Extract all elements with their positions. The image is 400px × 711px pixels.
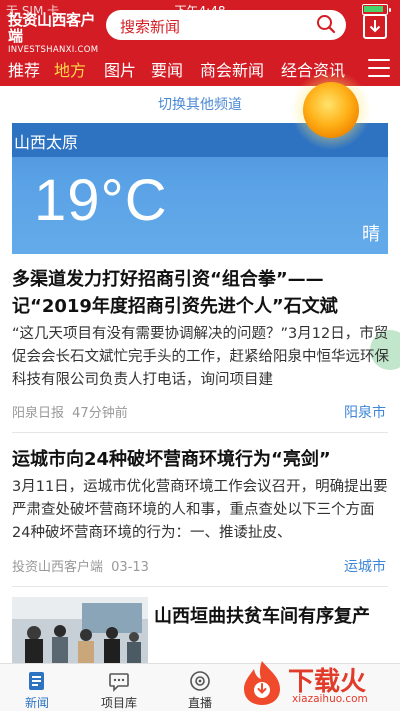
article-source: 阳泉日报 bbox=[12, 406, 65, 421]
divider bbox=[12, 586, 388, 587]
tab-news[interactable]: 新闻 bbox=[0, 664, 74, 711]
weather-city: 山西太原 bbox=[14, 133, 79, 152]
article-title[interactable]: 山西垣曲扶贫车间有序复产 bbox=[154, 603, 390, 630]
chat-bubble-icon bbox=[109, 673, 129, 692]
tab-live[interactable]: 直播 bbox=[163, 664, 237, 711]
article-title[interactable]: 多渠道发力打好招商引资“组合拳”——记“2019年度招商引资先进个人”石文斌 bbox=[12, 266, 390, 320]
article-meta: 阳泉日报 47分钟前 阳泉市 bbox=[12, 402, 390, 422]
article-title[interactable]: 运城市向24种破坏营商环境行为“亮剑” bbox=[12, 446, 390, 473]
search-input[interactable]: 搜索新闻 bbox=[106, 10, 346, 40]
photo-thumbnail[interactable] bbox=[12, 597, 148, 663]
article-time: 47分钟前 bbox=[72, 406, 128, 421]
search-placeholder: 搜索新闻 bbox=[120, 18, 181, 36]
sun-icon bbox=[291, 70, 371, 150]
article-summary: 3月11日，运城市优化营商环境工作会议召开，明确提出要严肃查处破坏营商环境的人和… bbox=[12, 479, 388, 541]
tab-live-label: 直播 bbox=[187, 696, 212, 710]
article-source: 投资山西客户端 bbox=[12, 560, 104, 575]
article-region-tag[interactable]: 阳泉市 bbox=[344, 402, 386, 422]
search-icon[interactable] bbox=[316, 14, 336, 34]
tab-pictures[interactable]: 图片 bbox=[104, 57, 136, 81]
divider bbox=[12, 432, 388, 433]
download-icon[interactable] bbox=[362, 12, 388, 40]
xiazaihuo-watermark: 下载火 xiazaihuo.com bbox=[236, 655, 400, 711]
article-summary: “这几天项目有没有需要协调解决的问题？”3月12日，市贸促会会长石文斌忙完手头的… bbox=[12, 326, 389, 388]
article-meta: 投资山西客户端 03-13 运城市 bbox=[12, 556, 390, 576]
news-item[interactable]: 运城市向24种破坏营商环境行为“亮剑” 3月11日，运城市优化营商环境工作会议召… bbox=[12, 446, 390, 576]
news-icon bbox=[29, 672, 44, 690]
menu-icon[interactable] bbox=[368, 59, 390, 77]
tab-projects[interactable]: 项目库 bbox=[82, 664, 156, 711]
article-region-tag[interactable]: 运城市 bbox=[344, 556, 386, 576]
tab-local[interactable]: 地方 bbox=[54, 57, 86, 81]
app-logo: 投资山西客户端 INVESTSHANXI.COM bbox=[8, 11, 98, 55]
weather-condition: 晴 bbox=[362, 224, 380, 245]
article-time: 03-13 bbox=[111, 560, 149, 575]
news-item[interactable]: 山西垣曲扶贫车间有序复产 bbox=[12, 597, 390, 663]
weather-temperature: 19°C bbox=[34, 168, 168, 233]
flame-icon bbox=[244, 661, 280, 705]
tab-recommend[interactable]: 推荐 bbox=[8, 57, 40, 81]
tab-headlines[interactable]: 要闻 bbox=[151, 57, 183, 81]
logo-cn-text: 投资山西客户端 bbox=[8, 11, 96, 45]
watermark-url: xiazaihuo.com bbox=[292, 693, 368, 705]
tab-chamber-news[interactable]: 商会新闻 bbox=[200, 57, 264, 81]
news-item[interactable]: 多渠道发力打好招商引资“组合拳”——记“2019年度招商引资先进个人”石文斌 “… bbox=[12, 266, 390, 422]
tab-news-label: 新闻 bbox=[24, 696, 49, 710]
tab-projects-label: 项目库 bbox=[100, 696, 137, 710]
live-icon bbox=[190, 671, 210, 691]
